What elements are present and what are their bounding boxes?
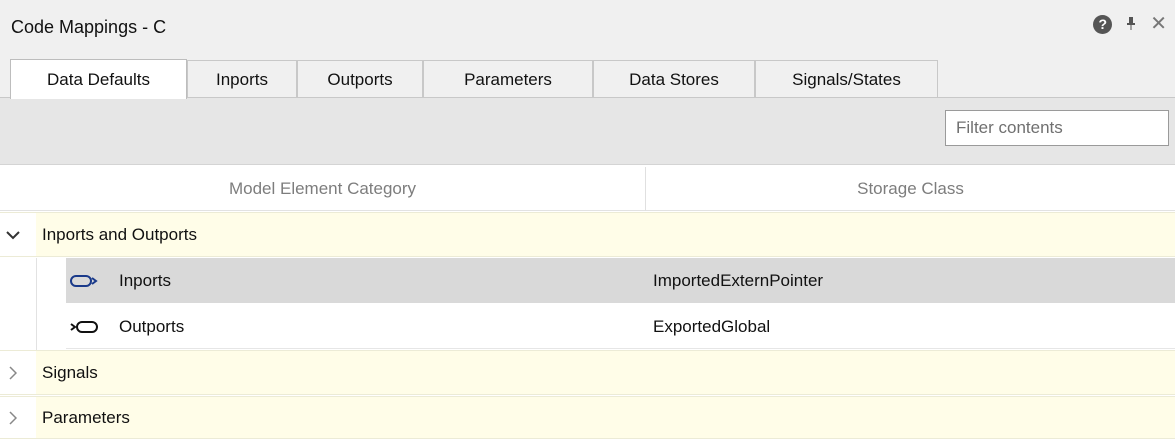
outport-icon [70, 304, 100, 349]
filter-input[interactable] [945, 110, 1169, 146]
chevron-right-icon[interactable] [5, 351, 21, 394]
storage-class-cell[interactable]: ImportedExternPointer [653, 258, 823, 303]
column-header-category[interactable]: Model Element Category [0, 167, 645, 211]
toolbar [0, 98, 1175, 165]
pin-icon[interactable] [1126, 16, 1136, 33]
group-row-signals[interactable]: Signals [0, 350, 1175, 395]
group-row-inports-outports[interactable]: Inports and Outports [0, 212, 1175, 257]
group-row-parameters[interactable]: Parameters [0, 396, 1175, 439]
row-cells [66, 304, 1175, 349]
window-title: Code Mappings - C [11, 17, 167, 37]
row-name: Outports [119, 316, 185, 336]
group-label: Signals [42, 362, 98, 382]
group-label: Inports and Outports [42, 224, 197, 244]
tab-inports[interactable]: Inports [187, 60, 297, 98]
title-actions: ? ✕ [1093, 14, 1175, 34]
storage-class-cell[interactable]: ExportedGlobal [653, 304, 770, 349]
tab-signals-states[interactable]: Signals/States [755, 60, 938, 98]
title-bar: Code Mappings - C ? ✕ [0, 0, 1175, 56]
tab-parameters[interactable]: Parameters [423, 60, 593, 98]
tab-data-stores[interactable]: Data Stores [593, 60, 755, 98]
group-label: Parameters [42, 407, 130, 427]
table-header: Model Element Category Storage Class [0, 167, 1175, 211]
close-icon[interactable]: ✕ [1150, 14, 1167, 34]
row-indent [0, 304, 66, 349]
table-row-outports[interactable]: Outports ExportedGlobal [0, 304, 1175, 349]
tab-outports[interactable]: Outports [297, 60, 423, 98]
row-indent [0, 258, 66, 303]
tab-bar: Data Defaults Inports Outports Parameter… [0, 56, 1175, 99]
chevron-down-icon[interactable] [5, 213, 21, 256]
chevron-right-icon[interactable] [5, 397, 21, 438]
inport-icon [70, 258, 100, 303]
column-header-storage-class[interactable]: Storage Class [646, 167, 1175, 211]
row-name: Inports [119, 270, 171, 290]
table-row-inports[interactable]: Inports ImportedExternPointer [0, 258, 1175, 303]
help-icon[interactable]: ? [1093, 14, 1113, 34]
row-cells [66, 258, 1175, 303]
tab-data-defaults[interactable]: Data Defaults [10, 59, 187, 99]
tree-guide-line [36, 258, 37, 350]
